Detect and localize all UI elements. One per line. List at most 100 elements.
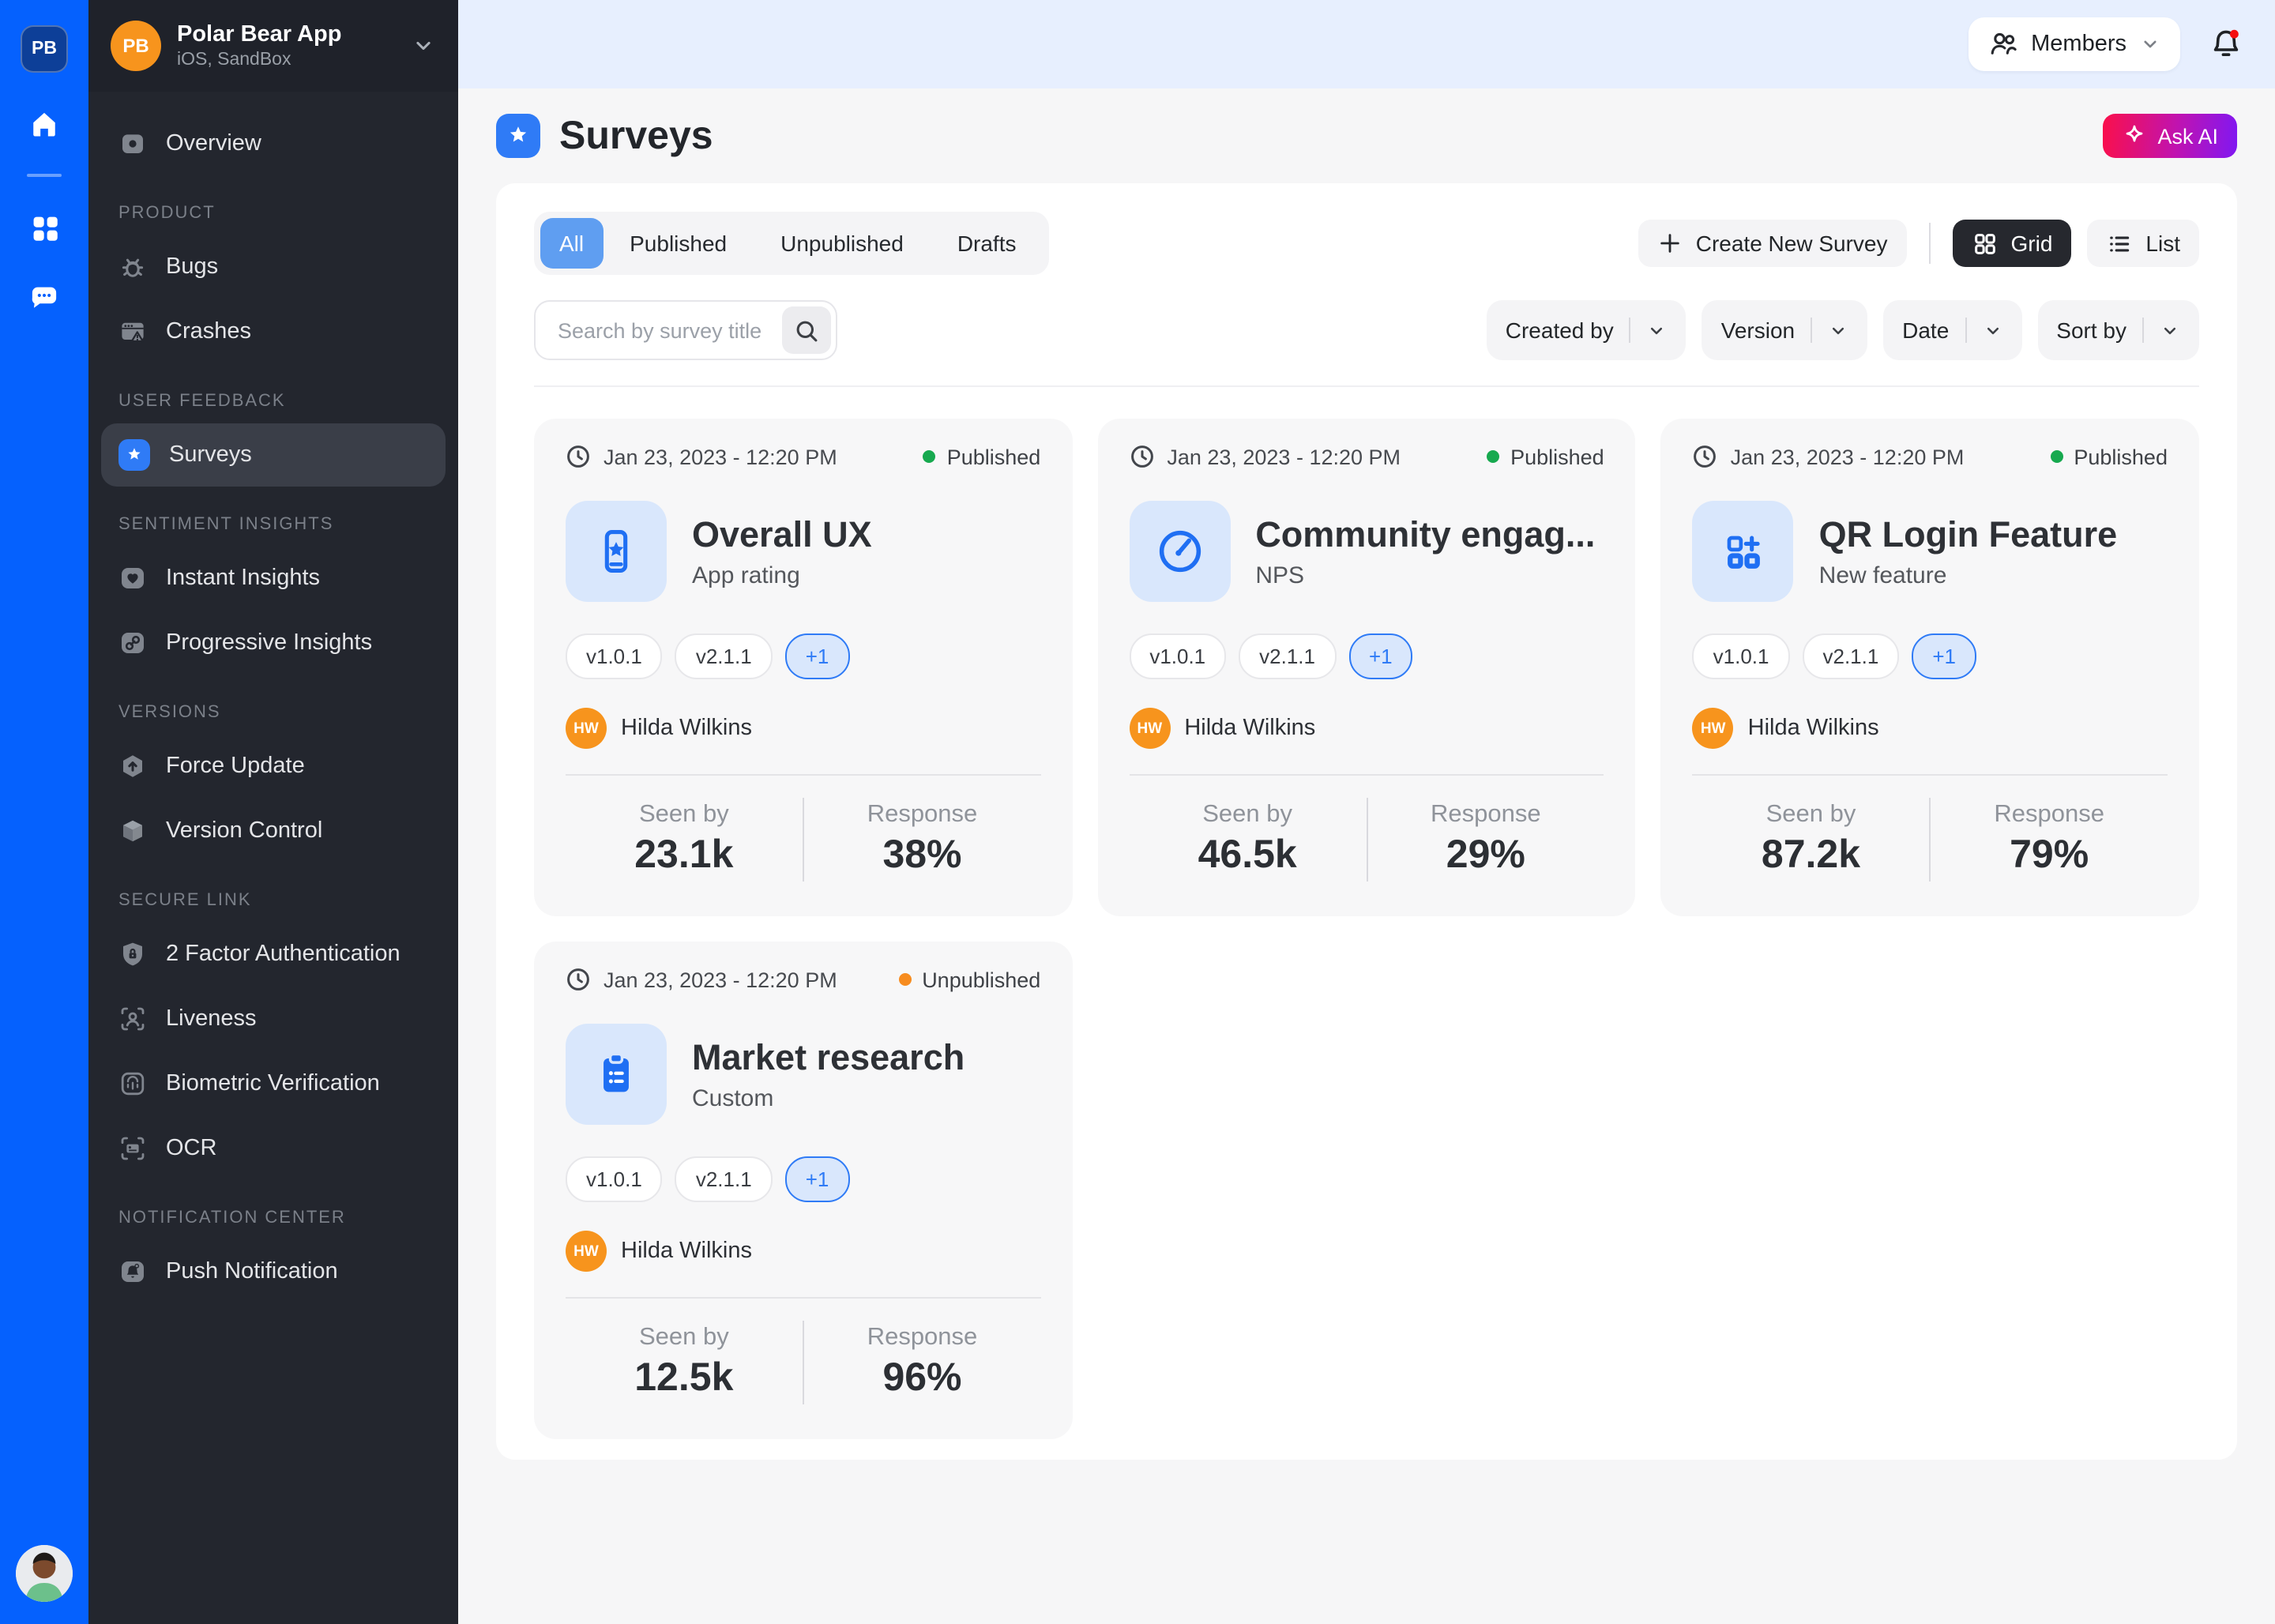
- ask-ai-button[interactable]: Ask AI: [2102, 114, 2237, 158]
- filter-created-by[interactable]: Created by: [1487, 300, 1687, 360]
- sidebar-item-label: Force Update: [166, 754, 305, 779]
- filter-sort-by[interactable]: Sort by: [2037, 300, 2199, 360]
- app-switcher[interactable]: PB Polar Bear App iOS, SandBox: [88, 0, 458, 92]
- hexagon-arrow-up-icon: [118, 752, 147, 780]
- sidebar-item-label: Overview: [166, 131, 261, 156]
- filter-date[interactable]: Date: [1883, 300, 2021, 360]
- clock-icon: [566, 967, 591, 992]
- home-icon[interactable]: [27, 107, 62, 142]
- sidebar-item-surveys[interactable]: Surveys: [101, 423, 446, 487]
- chevron-down-icon: [411, 33, 436, 58]
- survey-title: QR Login Feature: [1819, 514, 2118, 555]
- more-versions-chip[interactable]: +1: [785, 633, 850, 679]
- sidebar-item-label: Liveness: [166, 1006, 256, 1032]
- search-button[interactable]: [782, 306, 831, 354]
- survey-subtitle: NPS: [1255, 562, 1595, 588]
- filter-version[interactable]: Version: [1702, 300, 1867, 360]
- version-chip[interactable]: v1.0.1: [1693, 633, 1790, 679]
- sidebar-item-version-control[interactable]: Version Control: [101, 799, 446, 863]
- notifications-button[interactable]: [2209, 27, 2243, 62]
- response-label: Response: [804, 801, 1041, 829]
- status-text: Published: [2074, 445, 2168, 468]
- more-versions-chip[interactable]: +1: [785, 1156, 850, 1202]
- survey-title: Market research: [692, 1037, 965, 1078]
- members-label: Members: [2031, 32, 2126, 57]
- workspace-logo[interactable]: PB: [21, 25, 68, 73]
- response-label: Response: [1367, 801, 1604, 829]
- card-scan-icon: [118, 1134, 147, 1163]
- surveys-star-icon: [496, 114, 540, 158]
- panel-toolbar: All Published Unpublished Drafts Create …: [534, 212, 2199, 275]
- sidebar-item-progressive-insights[interactable]: Progressive Insights: [101, 611, 446, 675]
- surveys-panel: All Published Unpublished Drafts Create …: [496, 183, 2237, 1460]
- sidebar-item-liveness[interactable]: Liveness: [101, 987, 446, 1051]
- version-chip[interactable]: v2.1.1: [1803, 633, 1900, 679]
- survey-card-overall-ux[interactable]: Jan 23, 2023 - 12:20 PM Published Overal…: [534, 419, 1072, 916]
- chevron-down-icon: [1647, 320, 1668, 340]
- filter-label: Date: [1902, 318, 1949, 343]
- grid-view-button[interactable]: Grid: [1953, 220, 2072, 267]
- author-row: HW Hilda Wilkins: [1129, 708, 1604, 749]
- link-icon: [118, 629, 147, 657]
- sidebar-item-push-notification[interactable]: Push Notification: [101, 1240, 446, 1303]
- seen-by-value: 46.5k: [1129, 833, 1366, 878]
- tab-published[interactable]: Published: [603, 218, 754, 269]
- tab-drafts[interactable]: Drafts: [931, 218, 1043, 269]
- sidebar-item-ocr[interactable]: OCR: [101, 1117, 446, 1180]
- sidebar-item-overview[interactable]: Overview: [101, 112, 446, 175]
- divider: [1929, 223, 1931, 264]
- more-versions-chip[interactable]: +1: [1348, 633, 1413, 679]
- sidebar: PB Polar Bear App iOS, SandBox Overview …: [88, 0, 458, 1624]
- author-avatar: HW: [1129, 708, 1170, 749]
- app-rating-icon: [589, 524, 643, 578]
- survey-type-tile: [566, 501, 667, 602]
- apps-grid-icon[interactable]: [28, 212, 61, 245]
- version-chip[interactable]: v1.0.1: [1129, 633, 1226, 679]
- filter-label: Created by: [1506, 318, 1614, 343]
- chevron-down-icon: [2139, 33, 2161, 55]
- sidebar-item-bugs[interactable]: Bugs: [101, 235, 446, 299]
- survey-card-qr-login[interactable]: Jan 23, 2023 - 12:20 PM Published QR Log…: [1661, 419, 2199, 916]
- sidebar-item-force-update[interactable]: Force Update: [101, 735, 446, 798]
- version-chip[interactable]: v2.1.1: [675, 633, 773, 679]
- version-chip[interactable]: v2.1.1: [1239, 633, 1336, 679]
- survey-title: Community engag...: [1255, 514, 1595, 555]
- chevron-down-icon: [1982, 320, 2002, 340]
- chat-icon[interactable]: [27, 280, 62, 314]
- sidebar-item-two-factor[interactable]: 2 Factor Authentication: [101, 923, 446, 986]
- clock-icon: [1129, 444, 1154, 469]
- sidebar-item-instant-insights[interactable]: Instant Insights: [101, 547, 446, 610]
- more-versions-chip[interactable]: +1: [1912, 633, 1976, 679]
- sidebar-item-crashes[interactable]: Crashes: [101, 300, 446, 363]
- rail-divider: [27, 174, 62, 177]
- notification-dot: [2230, 30, 2239, 39]
- sidebar-item-label: Bugs: [166, 254, 218, 280]
- status-dot: [923, 450, 936, 463]
- tab-all[interactable]: All: [540, 218, 603, 269]
- divider: [1693, 774, 2168, 776]
- sidebar-item-biometric[interactable]: Biometric Verification: [101, 1052, 446, 1115]
- survey-card-community-engagement[interactable]: Jan 23, 2023 - 12:20 PM Published Commun…: [1097, 419, 1635, 916]
- tab-unpublished[interactable]: Unpublished: [754, 218, 931, 269]
- create-survey-button[interactable]: Create New Survey: [1639, 220, 1907, 267]
- author-avatar: HW: [566, 1231, 607, 1272]
- divider: [566, 1297, 1040, 1299]
- survey-card-market-research[interactable]: Jan 23, 2023 - 12:20 PM Unpublished Mark…: [534, 942, 1072, 1439]
- author-row: HW Hilda Wilkins: [566, 1231, 1040, 1272]
- filter-label: Version: [1721, 318, 1795, 343]
- list-view-button[interactable]: List: [2087, 220, 2199, 267]
- version-chip[interactable]: v2.1.1: [675, 1156, 773, 1202]
- author-name: Hilda Wilkins: [621, 716, 752, 741]
- members-button[interactable]: Members: [1968, 17, 2180, 71]
- cube-icon: [118, 817, 147, 845]
- version-chip[interactable]: v1.0.1: [566, 1156, 663, 1202]
- user-avatar[interactable]: [16, 1545, 73, 1602]
- version-chip[interactable]: v1.0.1: [566, 633, 663, 679]
- app-meta: iOS, SandBox: [177, 49, 341, 72]
- search-input[interactable]: [555, 317, 782, 344]
- status-text: Unpublished: [922, 968, 1040, 991]
- sidebar-section-product: PRODUCT: [118, 204, 458, 223]
- bell-square-icon: [118, 1257, 147, 1286]
- main-area: Members Surveys Ask AI All Published: [458, 0, 2275, 1624]
- search-box: [534, 300, 837, 360]
